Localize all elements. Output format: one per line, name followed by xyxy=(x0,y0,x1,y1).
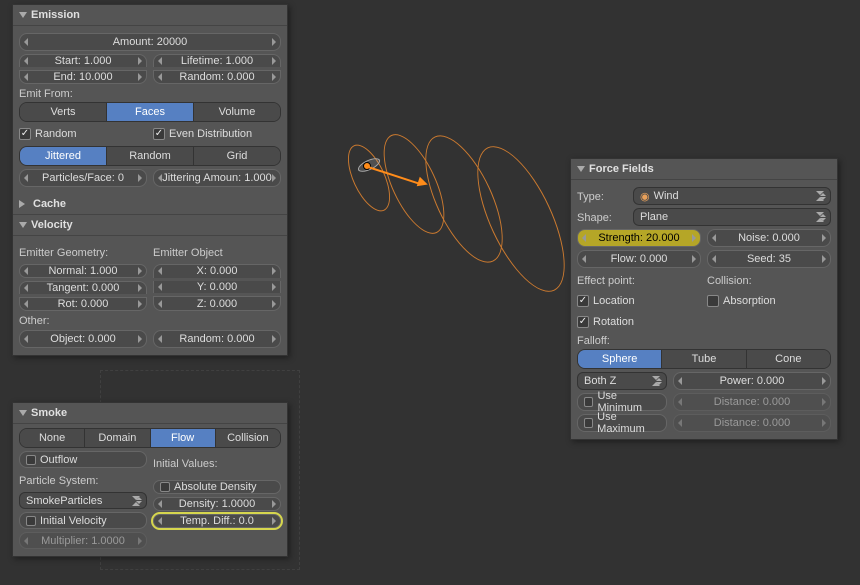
velocity-title: Velocity xyxy=(31,219,73,231)
particles-panel: Emission Amount: 20000 Start: 1.000 End:… xyxy=(12,4,288,356)
normal-field[interactable]: Normal: 1.000 xyxy=(19,264,147,278)
multiplier-field[interactable]: Multiplier: 1.0000 xyxy=(19,532,147,549)
dist-jittered[interactable]: Jittered xyxy=(20,147,107,165)
initial-values-label: Initial Values: xyxy=(153,455,281,473)
dist-random[interactable]: Random xyxy=(107,147,194,165)
collision-label: Collision: xyxy=(707,275,831,287)
end-field[interactable]: End: 10.000 xyxy=(19,70,147,84)
force-shape-select[interactable]: Plane xyxy=(633,208,831,226)
collapse-icon xyxy=(19,410,27,416)
falloff-segmented[interactable]: Sphere Tube Cone xyxy=(577,349,831,369)
force-fields-title: Force Fields xyxy=(589,163,654,175)
z-field[interactable]: Z: 0.000 xyxy=(153,296,281,311)
y-field[interactable]: Y: 0.000 xyxy=(153,281,281,294)
particle-system-label: Particle System: xyxy=(19,475,147,487)
emit-from-faces[interactable]: Faces xyxy=(107,103,194,121)
smoke-collision[interactable]: Collision xyxy=(216,429,280,447)
cache-title: Cache xyxy=(33,198,66,210)
falloff-tube[interactable]: Tube xyxy=(662,350,746,368)
smoke-title: Smoke xyxy=(31,407,67,419)
distance-max-field[interactable]: Distance: 0.000 xyxy=(673,414,831,432)
object-vel-field[interactable]: Object: 0.000 xyxy=(19,330,147,348)
outflow-toggle[interactable]: Outflow xyxy=(19,451,147,468)
random-check[interactable]: Random xyxy=(19,128,147,140)
use-max-toggle[interactable]: Use Maximum xyxy=(577,414,667,432)
strength-field[interactable]: Strength: 20.000 xyxy=(577,229,701,247)
emit-from-segmented[interactable]: Verts Faces Volume xyxy=(19,102,281,122)
checkbox-on-icon xyxy=(153,128,165,140)
smoke-type-segmented[interactable]: None Domain Flow Collision xyxy=(19,428,281,448)
power-field[interactable]: Power: 0.000 xyxy=(673,372,831,390)
other-label: Other: xyxy=(19,315,281,327)
collapse-icon xyxy=(19,12,27,18)
particle-system-select[interactable]: SmokeParticles xyxy=(19,492,147,509)
tangent-field[interactable]: Tangent: 0.000 xyxy=(19,281,147,294)
x-field[interactable]: X: 0.000 xyxy=(153,264,281,278)
flow-field[interactable]: Flow: 0.000 xyxy=(577,250,701,268)
rot-field[interactable]: Rot: 0.000 xyxy=(19,297,147,311)
absolute-density-toggle[interactable]: Absolute Density xyxy=(153,480,281,494)
emit-from-label: Emit From: xyxy=(19,88,281,100)
smoke-panel: Smoke None Domain Flow Collision Outflow… xyxy=(12,402,288,557)
smoke-none[interactable]: None xyxy=(20,429,85,447)
force-fields-header[interactable]: Force Fields xyxy=(571,159,837,180)
collapse-icon xyxy=(577,166,585,172)
absorption-check[interactable]: Absorption xyxy=(707,295,831,307)
emission-title: Emission xyxy=(31,9,80,21)
falloff-label: Falloff: xyxy=(577,335,831,347)
use-min-toggle[interactable]: Use Minimum xyxy=(577,393,667,411)
lifetime-random-field[interactable]: Random: 0.000 xyxy=(153,70,281,84)
temp-diff-field[interactable]: Temp. Diff.: 0.0 xyxy=(153,514,281,528)
falloff-cone[interactable]: Cone xyxy=(747,350,830,368)
jittering-amount-field[interactable]: Jittering Amoun: 1.000 xyxy=(153,169,281,187)
emitter-obj-label: Emitter Object xyxy=(153,247,281,259)
smoke-flow[interactable]: Flow xyxy=(151,429,216,447)
expand-icon xyxy=(19,200,29,208)
effect-point-label: Effect point: xyxy=(577,275,701,287)
rotation-check[interactable]: Rotation xyxy=(577,316,701,328)
random-vel-field[interactable]: Random: 0.000 xyxy=(153,330,281,348)
checkbox-on-icon xyxy=(19,128,31,140)
shape-label: Shape: xyxy=(577,212,627,224)
dist-grid[interactable]: Grid xyxy=(194,147,280,165)
smoke-domain[interactable]: Domain xyxy=(85,429,150,447)
density-field[interactable]: Density: 1.0000 xyxy=(153,497,281,511)
lifetime-field[interactable]: Lifetime: 1.000 xyxy=(153,54,281,67)
zdirection-select[interactable]: Both Z xyxy=(577,372,667,390)
force-type-select[interactable]: ◉ Wind xyxy=(633,187,831,205)
wind-icon: ◉ xyxy=(640,190,650,203)
falloff-sphere[interactable]: Sphere xyxy=(578,350,662,368)
location-check[interactable]: Location xyxy=(577,295,701,307)
collapse-icon xyxy=(19,222,27,228)
velocity-header[interactable]: Velocity xyxy=(13,215,287,236)
emitter-geom-label: Emitter Geometry: xyxy=(19,247,147,259)
emit-from-volume[interactable]: Volume xyxy=(194,103,280,121)
seed-field[interactable]: Seed: 35 xyxy=(707,250,831,268)
distribution-segmented[interactable]: Jittered Random Grid xyxy=(19,146,281,166)
distance-min-field[interactable]: Distance: 0.000 xyxy=(673,393,831,411)
smoke-header[interactable]: Smoke xyxy=(13,403,287,424)
type-label: Type: xyxy=(577,191,627,203)
emission-header[interactable]: Emission xyxy=(13,5,287,26)
emit-from-verts[interactable]: Verts xyxy=(20,103,107,121)
start-field[interactable]: Start: 1.000 xyxy=(19,54,147,67)
initial-velocity-toggle[interactable]: Initial Velocity xyxy=(19,512,147,529)
even-distribution-check[interactable]: Even Distribution xyxy=(153,128,281,140)
noise-field[interactable]: Noise: 0.000 xyxy=(707,229,831,247)
amount-field[interactable]: Amount: 20000 xyxy=(19,33,281,51)
force-fields-panel: Force Fields Type: ◉ Wind Shape: Plane S… xyxy=(570,158,838,440)
particles-face-field[interactable]: Particles/Face: 0 xyxy=(19,169,147,187)
cache-header[interactable]: Cache xyxy=(13,194,287,215)
